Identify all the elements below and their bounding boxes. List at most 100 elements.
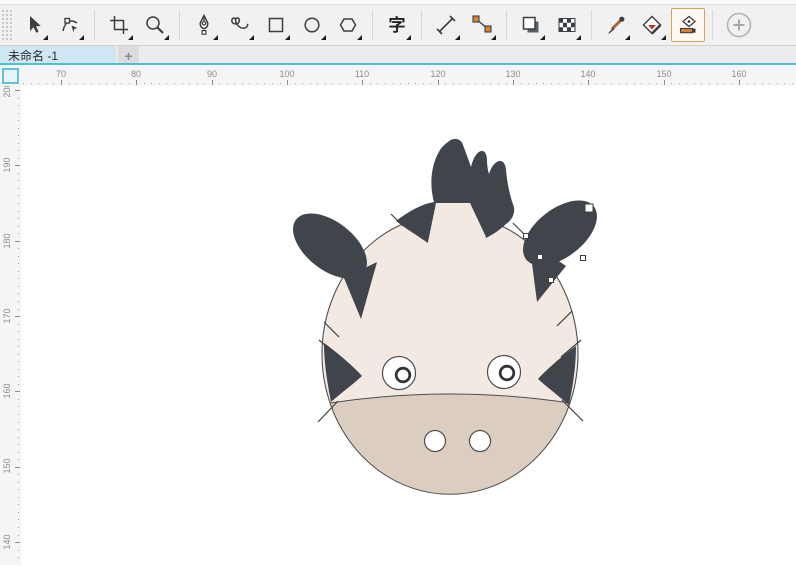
pick-tool[interactable]: [17, 8, 51, 42]
ruler-tick: [739, 80, 740, 85]
text-tool[interactable]: 字: [380, 8, 414, 42]
left-ear-shape[interactable]: [281, 201, 378, 319]
ruler-label: 150: [656, 69, 671, 79]
ruler-tick: [136, 80, 137, 85]
node-handle[interactable]: [538, 255, 543, 260]
ruler-tick: [18, 444, 19, 445]
ruler-label: 150: [2, 458, 12, 473]
drop-shadow-tool[interactable]: [514, 8, 548, 42]
ruler-tick: [204, 83, 205, 84]
ruler-tick: [370, 83, 371, 84]
ruler-tick: [732, 83, 733, 84]
add-tools-button[interactable]: [720, 8, 758, 42]
polygon-tool[interactable]: [331, 8, 365, 42]
ruler-tick: [159, 83, 160, 84]
ruler-tick: [717, 83, 718, 84]
ruler-label: 80: [131, 69, 141, 79]
ruler-tick: [31, 83, 32, 84]
rectangle-tool[interactable]: [259, 8, 293, 42]
ruler-tick: [686, 83, 687, 84]
toolbar-separator: [94, 10, 95, 40]
ruler-origin-box[interactable]: [0, 66, 21, 86]
ruler-tick: [18, 452, 19, 453]
node-handle[interactable]: [581, 256, 586, 261]
active-tab-underline: [0, 63, 796, 65]
toolbox: 字: [0, 5, 796, 46]
magnifier-icon: [144, 14, 166, 36]
ruler-label: 100: [279, 69, 294, 79]
ruler-tick: [671, 83, 672, 84]
crop-tool[interactable]: [102, 8, 136, 42]
ruler-tick: [18, 188, 19, 189]
ruler-tick: [18, 354, 19, 355]
horizontal-ruler[interactable]: 708090100110120130140150160: [21, 66, 796, 87]
toolbar-separator: [712, 10, 713, 40]
ruler-tick: [18, 271, 19, 272]
left-eye[interactable]: [383, 357, 416, 390]
ruler-tick: [430, 83, 431, 84]
node-handle[interactable]: [549, 278, 554, 283]
ruler-label: 130: [505, 69, 520, 79]
square-icon: [265, 14, 287, 36]
toolbar-grip-handle[interactable]: [0, 8, 12, 42]
ruler-tick: [15, 165, 20, 166]
ruler-tick: [310, 83, 311, 84]
ruler-tick: [468, 83, 469, 84]
ruler-label: 160: [731, 69, 746, 79]
ruler-tick: [18, 422, 19, 423]
ruler-tick: [212, 80, 213, 85]
cow-head-drawing[interactable]: [21, 86, 796, 565]
smart-fill-tool[interactable]: [635, 8, 669, 42]
ruler-tick: [543, 83, 544, 84]
ruler-tick: [280, 83, 281, 84]
shape-tool[interactable]: [53, 8, 87, 42]
ruler-tick: [18, 226, 19, 227]
eyedropper-tool[interactable]: [599, 8, 633, 42]
ruler-tick: [272, 83, 273, 84]
ruler-tick: [18, 195, 19, 196]
transparency-tool[interactable]: [550, 8, 584, 42]
zoom-tool[interactable]: [138, 8, 172, 42]
ellipse-tool[interactable]: [295, 8, 329, 42]
document-tab-bar: 未命名 -1 +: [0, 46, 796, 65]
ruler-tick: [18, 437, 19, 438]
node-handle[interactable]: [585, 204, 593, 212]
right-nostril[interactable]: [470, 431, 491, 452]
node-handle[interactable]: [524, 234, 529, 239]
ruler-tick: [18, 98, 19, 99]
ruler-tick: [15, 90, 20, 91]
pen-tool[interactable]: [187, 8, 221, 42]
ruler-tick: [558, 83, 559, 84]
drawing-canvas[interactable]: [21, 86, 796, 565]
dimension-tool[interactable]: [429, 8, 463, 42]
ruler-label: 200: [2, 86, 12, 98]
ruler-tick: [347, 83, 348, 84]
ruler-tick: [415, 83, 416, 84]
ruler-tick: [18, 180, 19, 181]
ruler-tick: [151, 83, 152, 84]
overlapping-squares-icon: [520, 14, 542, 36]
vertical-ruler[interactable]: 200190180170160150140: [0, 86, 22, 565]
ruler-tick: [46, 83, 47, 84]
ruler-tick: [377, 83, 378, 84]
ruler-tick: [144, 83, 145, 84]
interactive-fill-tool[interactable]: [671, 8, 705, 42]
ruler-tick: [18, 120, 19, 121]
muzzle-shape[interactable]: [330, 394, 570, 494]
ruler-tick: [18, 331, 19, 332]
ruler-tick: [295, 83, 296, 84]
circle-icon: [301, 14, 323, 36]
ruler-tick: [166, 83, 167, 84]
ruler-tick: [664, 80, 665, 85]
ruler-tick: [18, 535, 19, 536]
bezier-tool[interactable]: [223, 8, 257, 42]
ruler-tick: [460, 83, 461, 84]
ruler-label: 70: [56, 69, 66, 79]
right-eye[interactable]: [488, 356, 521, 389]
left-nostril[interactable]: [425, 431, 446, 452]
document-tab-label: 未命名 -1: [8, 47, 58, 64]
ruler-tick: [483, 83, 484, 84]
ruler-tick: [99, 83, 100, 84]
connector-tool[interactable]: [465, 8, 499, 42]
ruler-tick: [234, 83, 235, 84]
